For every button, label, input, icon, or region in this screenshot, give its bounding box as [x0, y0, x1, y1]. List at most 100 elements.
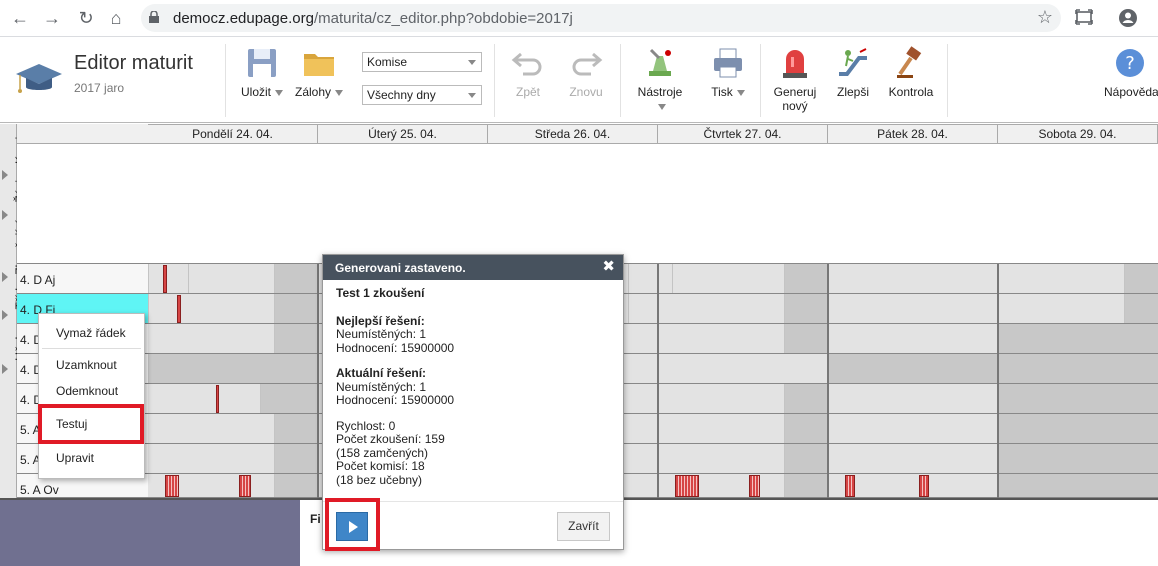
speed: Rychlost: 0 [336, 418, 396, 433]
alarm-light-icon [783, 50, 807, 78]
row-cells[interactable] [148, 444, 1158, 474]
improve-button[interactable]: Zlepši [832, 46, 874, 99]
undo-icon [511, 52, 542, 76]
close-button[interactable]: Zavřít [557, 512, 610, 541]
exam-block[interactable] [675, 475, 699, 497]
forward-icon[interactable]: → [42, 8, 62, 28]
exam-block[interactable] [749, 475, 760, 497]
dialog-title: Generovani zastaveno. [323, 255, 623, 280]
check-button[interactable]: Kontrola [886, 46, 936, 99]
exam-block[interactable] [163, 265, 167, 293]
generate-new-button[interactable]: Generuj nový [770, 46, 820, 113]
day-divider [657, 264, 659, 498]
toolbar-separator [225, 44, 226, 117]
printer-icon [714, 48, 742, 78]
toolbar-separator [620, 44, 621, 117]
help-icon: ? [1116, 49, 1144, 77]
tab-classes[interactable]: Třídy [0, 282, 27, 320]
row-cells[interactable] [148, 474, 1158, 498]
row-cells[interactable] [148, 384, 1158, 414]
app-subtitle: 2017 jaro [74, 81, 125, 95]
caret-down-icon [736, 89, 745, 96]
redo-button[interactable]: Znovu [564, 46, 608, 99]
caret-down-icon [335, 89, 344, 96]
app-root: ← → ↻ ⌂ democz.edupage.org/maturita/cz_e… [0, 0, 1158, 566]
day-divider [997, 264, 999, 498]
no-room-count: (18 bez učebny) [336, 472, 423, 487]
exam-block[interactable] [216, 385, 219, 413]
close-icon[interactable]: ✖ [602, 259, 615, 275]
gavel-icon [897, 46, 922, 78]
exam-block[interactable] [919, 475, 929, 497]
day-header: Sobota 29. 04. [998, 124, 1158, 144]
day-header: Pátek 28. 04. [828, 124, 998, 144]
menu-separator [42, 348, 141, 349]
row-cells[interactable] [148, 414, 1158, 444]
browser-toolbar: ← → ↻ ⌂ democz.edupage.org/maturita/cz_e… [0, 0, 1158, 37]
url-text: democz.edupage.org/maturita/cz_editor.ph… [173, 10, 573, 27]
day-divider [827, 264, 829, 498]
row-cells[interactable] [148, 354, 1158, 384]
menu-item-unlock[interactable]: Odemknout [39, 384, 144, 398]
tools-button[interactable]: Nástroje [632, 46, 688, 113]
day-header: Čtvrtek 27. 04. [658, 124, 828, 144]
tab-commissions[interactable]: Komise [0, 124, 27, 180]
days-select[interactable]: Všechny dny [362, 85, 482, 105]
svg-text:?: ? [1125, 53, 1135, 74]
highlight-box-play [325, 498, 380, 551]
row-cells[interactable] [148, 324, 1158, 354]
exam-block[interactable] [177, 295, 181, 323]
best-rating: Hodnocení: 15900000 [336, 340, 455, 355]
row-cells[interactable] [148, 294, 1158, 324]
exam-count: Počet zkoušení: 159 [336, 432, 445, 446]
undo-button[interactable]: Zpět [508, 46, 548, 99]
bottom-label: Fi [310, 512, 321, 526]
profile-icon[interactable] [1118, 8, 1138, 28]
cast-icon[interactable] [1074, 8, 1094, 28]
empty-area [17, 144, 1158, 264]
toolbar-separator [947, 44, 948, 117]
commission-count: Počet komisí: 18 [336, 459, 425, 473]
save-button[interactable]: Uložit [238, 46, 286, 99]
context-menu: Vymaž řádek Uzamknout Odemknout Testuj U… [38, 313, 145, 479]
highlight-box-test [38, 404, 144, 444]
floppy-disk-icon [248, 49, 276, 77]
menu-item-clear-row[interactable]: Vymaž řádek [39, 326, 144, 340]
tab-examiners[interactable]: Zkoušející [0, 220, 27, 282]
day-divider [317, 264, 319, 498]
exam-block[interactable] [845, 475, 855, 497]
best-unplaced: Neumístěných: 1 [336, 327, 427, 341]
row-label[interactable]: 4. D Aj [17, 264, 148, 294]
bookmark-star-icon[interactable]: ☆ [1037, 7, 1053, 28]
backups-button[interactable]: Zálohy [293, 46, 345, 99]
corner-header [17, 124, 148, 144]
exam-block[interactable] [165, 475, 179, 497]
caret-down-icon [658, 103, 666, 110]
current-unplaced: Neumístěných: 1 [336, 379, 427, 394]
caret-down-icon [275, 89, 283, 96]
commission-select[interactable]: Komise [362, 52, 482, 72]
print-button[interactable]: Tisk [706, 46, 750, 99]
redo-icon [572, 52, 603, 76]
day-header: Pondělí 24. 04. [148, 124, 318, 144]
address-bar[interactable]: democz.edupage.org/maturita/cz_editor.ph… [141, 4, 1061, 32]
back-icon[interactable]: ← [10, 8, 30, 28]
toolbar-separator [760, 44, 761, 117]
menu-item-lock[interactable]: Uzamknout [39, 358, 144, 372]
side-tabs: Komise Žáci Zkoušející Třídy Učebny [0, 124, 27, 498]
help-button[interactable]: ? Nápověda [1104, 46, 1158, 99]
graduation-cap-icon [16, 64, 62, 93]
tab-students[interactable]: Žáci [0, 180, 27, 220]
dialog-body: Test 1 zkoušení Nejlepší řešení: Neumíst… [336, 286, 616, 487]
toolbar-separator [494, 44, 495, 117]
tab-rooms[interactable]: Učebny [0, 320, 27, 374]
exam-block[interactable] [239, 475, 251, 497]
reload-icon[interactable]: ↻ [76, 8, 96, 28]
menu-item-edit[interactable]: Upravit [39, 451, 144, 465]
best-heading: Nejlepší řešení: [336, 313, 425, 328]
app-toolbar: Editor maturit 2017 jaro Uložit Zálohy K… [0, 38, 1158, 123]
row-cells[interactable] [148, 264, 1158, 294]
lock-icon [149, 11, 159, 23]
home-icon[interactable]: ⌂ [106, 8, 126, 28]
current-heading: Aktuální řešení: [336, 366, 427, 380]
